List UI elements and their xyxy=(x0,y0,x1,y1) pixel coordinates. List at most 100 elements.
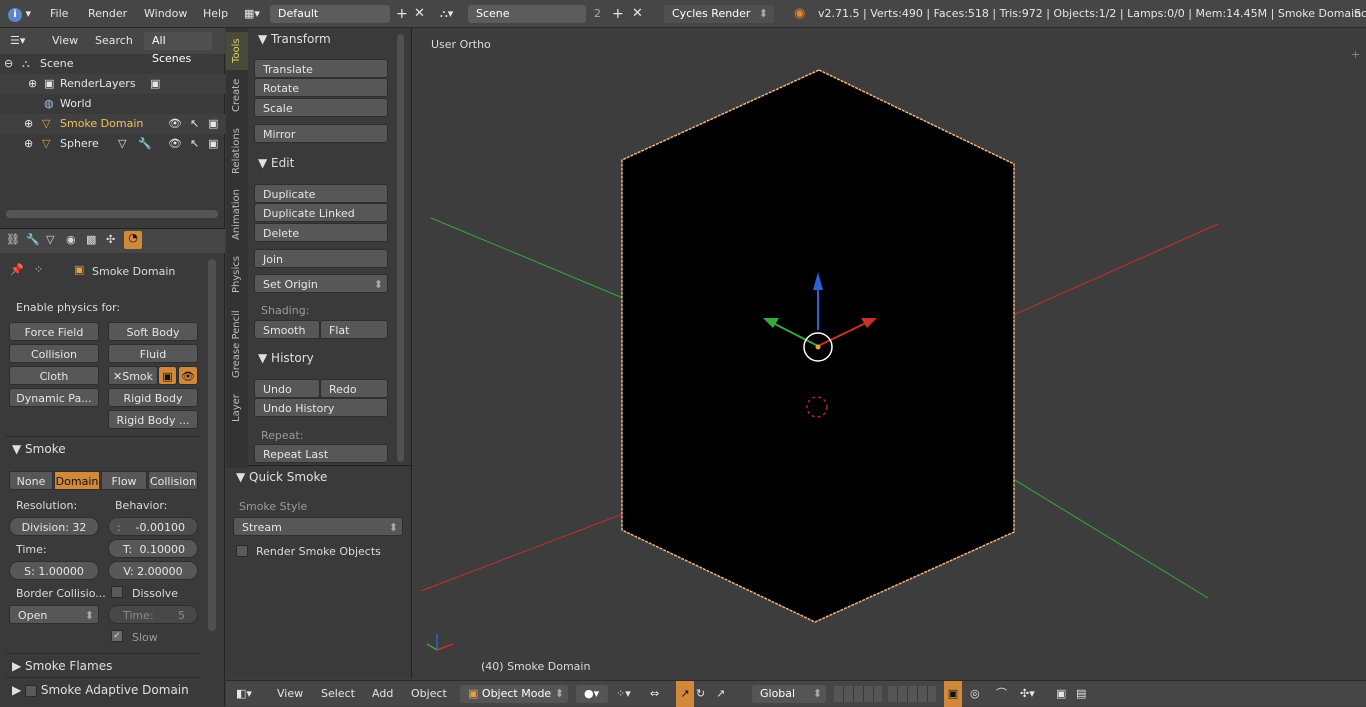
transform-orientation-select[interactable]: Global ⬍ xyxy=(752,685,826,703)
outliner-row-world[interactable]: ◍ World xyxy=(0,94,225,114)
layout-field[interactable]: Default xyxy=(270,5,390,23)
undo-button[interactable]: Undo xyxy=(254,379,320,398)
division-field[interactable]: Division: 32 xyxy=(9,517,99,536)
material-tab-icon[interactable]: ◉ xyxy=(66,233,76,246)
snap-element-icon[interactable]: ✣▾ xyxy=(1020,681,1035,707)
view3d-editor-type-icon[interactable]: ◧▾ xyxy=(236,681,252,707)
smoke-panel-header[interactable]: ▼ Smoke xyxy=(12,438,66,460)
smoke-style-select[interactable]: Stream ⬍ xyxy=(233,517,403,536)
menu-render[interactable]: Render xyxy=(88,0,127,28)
join-button[interactable]: Join xyxy=(254,249,388,268)
force-field-button[interactable]: Force Field xyxy=(9,322,99,341)
quick-smoke-panel-header[interactable]: ▼ Quick Smoke xyxy=(236,466,327,488)
outliner-row-sphere[interactable]: ⊕ ▽ Sphere ▽ 🔧 👁 ↖ ▣ xyxy=(0,134,225,154)
outliner-menu-view[interactable]: View xyxy=(52,28,78,54)
tab-create[interactable]: Create xyxy=(226,74,248,116)
data-tab-icon[interactable]: ▽ xyxy=(46,233,54,246)
pin-icon[interactable]: 📌 xyxy=(10,263,24,276)
expand-icon[interactable]: ⊕ xyxy=(28,74,37,94)
tab-layer[interactable]: Layer xyxy=(226,390,248,426)
add-scene-button[interactable]: + xyxy=(612,0,624,28)
set-origin-select[interactable]: Set Origin ⬍ xyxy=(254,274,388,293)
alpha-field[interactable]: : -0.00100 xyxy=(108,517,198,536)
soft-body-button[interactable]: Soft Body xyxy=(108,322,198,341)
lock-layers-icon[interactable]: ▣ xyxy=(944,681,962,707)
time-scale-field[interactable]: S: 1.00000 xyxy=(9,561,99,580)
rigid-body-constraint-button[interactable]: Rigid Body ... xyxy=(108,410,198,429)
duplicate-button[interactable]: Duplicate xyxy=(254,184,388,203)
editor-type-button[interactable]: i ▾ xyxy=(8,0,38,28)
texture-tab-icon[interactable]: ▩ xyxy=(86,233,96,246)
smoke-flames-panel-header[interactable]: ▶ Smoke Flames xyxy=(12,655,112,677)
tab-animation[interactable]: Animation xyxy=(226,186,248,244)
proportional-edit-icon[interactable]: ◎ xyxy=(970,681,980,707)
rotate-button[interactable]: Rotate xyxy=(254,78,388,97)
viewport-shading-select[interactable]: ●▾ xyxy=(576,685,608,703)
outliner-menu-search[interactable]: Search xyxy=(95,28,133,54)
dissolve-checkbox[interactable] xyxy=(111,585,123,598)
collision-button[interactable]: Collision xyxy=(9,344,99,363)
remove-layout-button[interactable]: ✕ xyxy=(414,0,425,28)
outliner-editor-icon[interactable]: ☰▾ xyxy=(10,28,25,54)
outliner-scrollbar[interactable] xyxy=(6,210,218,218)
layers-grid-2[interactable] xyxy=(888,686,936,702)
mirror-button[interactable]: Mirror xyxy=(254,124,388,143)
modifier-tab-icon[interactable]: 🔧 xyxy=(26,233,40,246)
menu-object[interactable]: Object xyxy=(411,681,447,707)
border-collisions-select[interactable]: Open ⬍ xyxy=(9,605,99,624)
manipulator-translate-icon[interactable]: ↗ xyxy=(676,681,694,707)
vorticity-field[interactable]: V: 2.00000 xyxy=(108,561,198,580)
dissolve-time-field[interactable]: Time: 5 xyxy=(108,605,198,624)
layers-grid-1[interactable] xyxy=(834,686,882,702)
tab-tools[interactable]: Tools xyxy=(226,32,248,70)
smoke-adaptive-panel-header[interactable]: ▶ Smoke Adaptive Domain xyxy=(12,679,189,701)
renderable-camera-icon[interactable]: ▣ xyxy=(208,134,218,154)
scale-button[interactable]: Scale xyxy=(254,98,388,117)
tool-shelf-scrollbar[interactable] xyxy=(397,34,404,462)
properties-scrollbar[interactable] xyxy=(208,259,216,631)
renderable-camera-icon[interactable]: ▣ xyxy=(208,114,218,134)
physics-tab-icon[interactable]: ◔ xyxy=(124,231,142,249)
menu-select[interactable]: Select xyxy=(321,681,355,707)
smoke-type-domain[interactable]: Domain xyxy=(54,471,100,490)
snap-toggle-icon[interactable]: ⌒ xyxy=(996,681,1007,707)
menu-file[interactable]: File xyxy=(50,0,68,28)
menu-help[interactable]: Help xyxy=(203,0,228,28)
smoke-remove-button[interactable]: ✕Smok xyxy=(108,366,158,385)
add-layout-button[interactable]: + xyxy=(396,0,408,28)
expand-icon[interactable]: ⊕ xyxy=(24,134,33,154)
manipulator-toggle-icon[interactable]: ⇔ xyxy=(650,681,659,707)
tab-grease-pencil[interactable]: Grease Pencil xyxy=(226,306,248,382)
rigid-body-button[interactable]: Rigid Body xyxy=(108,388,198,407)
visibility-eye-icon[interactable]: 👁 xyxy=(168,114,182,134)
beta-field[interactable]: T: 0.10000 xyxy=(108,539,198,558)
pivot-point-icon[interactable]: ⁘▾ xyxy=(616,681,631,707)
history-panel-header[interactable]: ▼ History xyxy=(258,347,314,369)
shade-flat-button[interactable]: Flat xyxy=(320,320,388,339)
smoke-type-collision[interactable]: Collision xyxy=(148,471,198,490)
translate-button[interactable]: Translate xyxy=(254,59,388,78)
expand-icon[interactable]: ⊕ xyxy=(24,114,33,134)
render-engine-select[interactable]: Cycles Render ⬍ xyxy=(664,5,774,23)
outliner-row-scene[interactable]: ⊖ ⛬ Scene xyxy=(0,54,225,74)
edit-panel-header[interactable]: ▼ Edit xyxy=(258,152,294,174)
render-animation-icon[interactable]: ▤ xyxy=(1076,681,1086,707)
duplicate-linked-button[interactable]: Duplicate Linked xyxy=(254,203,388,222)
tab-relations[interactable]: Relations xyxy=(226,122,248,180)
redo-button[interactable]: Redo xyxy=(320,379,388,398)
delete-button[interactable]: Delete xyxy=(254,223,388,242)
dynamic-paint-button[interactable]: Dynamic Pa... xyxy=(9,388,99,407)
slow-checkbox[interactable]: ✓ xyxy=(111,629,123,642)
smoke-type-none[interactable]: None xyxy=(9,471,53,490)
collapse-icon[interactable]: ⊖ xyxy=(4,54,13,74)
layout-icon[interactable]: ▦▾ xyxy=(244,0,260,28)
selectable-cursor-icon[interactable]: ↖ xyxy=(190,134,199,154)
cloth-button[interactable]: Cloth xyxy=(9,366,99,385)
render-opengl-icon[interactable]: ▣ xyxy=(1056,681,1066,707)
particles-tab-icon[interactable]: ✣ xyxy=(106,233,115,246)
selectable-cursor-icon[interactable]: ↖ xyxy=(190,114,199,134)
tab-physics[interactable]: Physics xyxy=(226,252,248,298)
render-smoke-objects-checkbox[interactable] xyxy=(236,544,248,557)
scene-icon[interactable]: ⛬▾ xyxy=(440,0,453,28)
shade-smooth-button[interactable]: Smooth xyxy=(254,320,320,339)
